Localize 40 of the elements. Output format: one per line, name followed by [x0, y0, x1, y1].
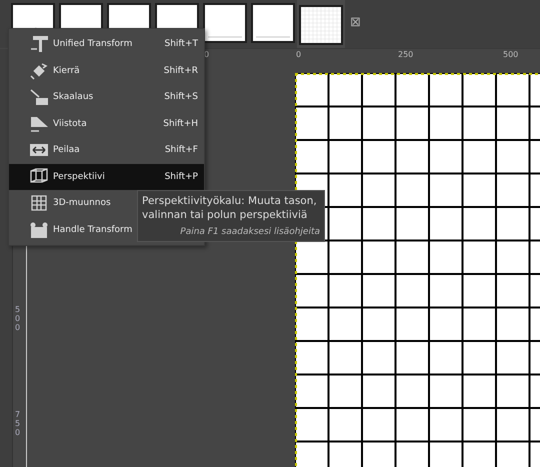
ruler-label: 500	[503, 51, 518, 59]
shortcut-label: Shift+F	[164, 145, 198, 156]
menu-item-label: Handle Transform	[53, 224, 132, 235]
menu-item-label: Peilaa	[53, 145, 80, 156]
image-thumbnail	[253, 5, 293, 41]
menu-item-label: Unified Transform	[53, 39, 132, 50]
menu-item-label: 3D-muunnos	[53, 198, 111, 208]
image-tab[interactable]	[297, 0, 345, 48]
menu-item[interactable]: Perspektiivi Shift+P	[9, 164, 204, 190]
menu-item[interactable]: Skaalaus Shift+S	[9, 84, 204, 110]
close-icon[interactable]: ⊠	[350, 15, 361, 30]
menu-item-label: Kierrä	[53, 66, 80, 76]
menu-item-label: Perspektiivi	[53, 172, 105, 182]
ruler-label: 750	[15, 411, 22, 438]
tooltip-hint: Paina F1 saadaksesi lisäohjeita	[179, 227, 320, 237]
shortcut-label: Shift+T	[164, 39, 198, 50]
image-tab[interactable]	[201, 0, 249, 44]
menu-item[interactable]: Kierrä Shift+R	[9, 58, 204, 84]
handle-icon	[29, 220, 49, 239]
tooltip-text: Perspektiivityökalu: Muuta tason, valinnan tai polun perspektiiviä	[142, 194, 318, 222]
ruler-label: 250	[398, 51, 414, 59]
rotate-icon	[29, 62, 49, 80]
menu-item[interactable]: Unified Transform Shift+T	[9, 31, 204, 58]
image-thumbnail	[301, 7, 341, 43]
shortcut-label: Shift+S	[164, 92, 198, 102]
scale-icon	[29, 88, 49, 106]
image-tab[interactable]	[249, 0, 297, 44]
menu-item[interactable]: Viistota Shift+H	[9, 110, 204, 137]
ruler-label: 0	[296, 51, 302, 59]
ruler-label: 500	[15, 306, 22, 332]
transform-icon	[29, 35, 49, 54]
image-thumbnail	[205, 5, 245, 41]
menu-item[interactable]: Peilaa Shift+F	[9, 137, 204, 164]
shortcut-label: Shift+R	[164, 66, 198, 76]
shortcut-label: Shift+P	[164, 172, 198, 182]
menu-item-label: Viistota	[53, 118, 87, 129]
menu-item-label: Skaalaus	[53, 92, 94, 102]
shortcut-label: Shift+H	[163, 118, 198, 129]
shear-icon	[29, 114, 49, 133]
grid-icon	[29, 194, 49, 212]
